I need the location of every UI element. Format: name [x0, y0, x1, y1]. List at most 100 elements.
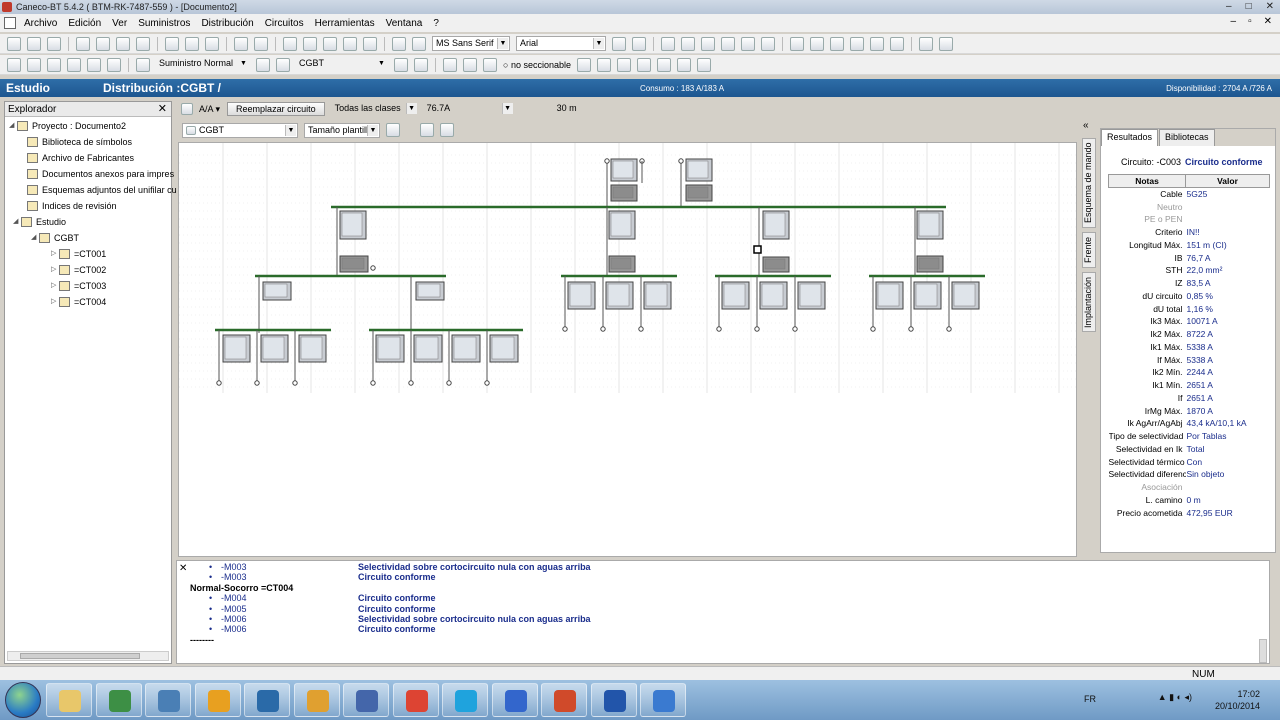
line-style-icon[interactable] [632, 36, 646, 51]
terminal[interactable] [604, 158, 610, 164]
tree-item-ct002[interactable]: ▷ =CT002 [51, 263, 106, 277]
circuit-label-box[interactable] [645, 283, 668, 307]
taskbar-app-network-app[interactable] [343, 683, 389, 717]
language-indicator[interactable]: FR [1084, 694, 1096, 704]
terminal[interactable] [792, 326, 798, 332]
tab-control-scheme[interactable]: Esquema de mando [1082, 138, 1096, 228]
circuit-label-box[interactable] [453, 336, 477, 360]
circuit-label-box[interactable] [723, 283, 746, 307]
taskbar-app-outlook[interactable] [293, 683, 340, 717]
menu-ventana[interactable]: Ventana [386, 18, 423, 29]
up-icon[interactable] [443, 57, 457, 72]
circuit-label-box[interactable] [300, 336, 323, 360]
tree-item-cgbt[interactable]: ◢ CGBT [31, 231, 79, 245]
circuit-label-box[interactable] [687, 160, 709, 179]
supply-mode-select[interactable]: Suministro Normal ▼ [156, 57, 250, 72]
tree-item-revisions[interactable]: Indices de revisión [27, 199, 117, 213]
taskbar-app-explorer[interactable] [46, 683, 92, 717]
tab-libraries[interactable]: Bibliotecas [1159, 129, 1215, 146]
circuit-icon[interactable] [47, 57, 61, 72]
diagram-canvas[interactable] [179, 143, 1077, 557]
circuit-label-box[interactable] [764, 258, 786, 270]
tree-item-project[interactable]: ◢ Proyecto : Documento2 [9, 119, 126, 133]
taskbar-app-skype[interactable] [442, 683, 488, 717]
bus-icon[interactable] [656, 57, 671, 72]
circuit-label-box[interactable] [915, 283, 938, 307]
undo-icon[interactable] [234, 36, 248, 51]
board-icon[interactable] [7, 57, 21, 72]
terminal[interactable] [946, 326, 952, 332]
circuit-label-box[interactable] [569, 283, 592, 307]
close-icon[interactable]: ✕ [1266, 0, 1274, 14]
edit-icon[interactable] [363, 36, 377, 51]
aa-icon[interactable] [181, 103, 193, 115]
terminal[interactable] [678, 158, 684, 164]
terminal[interactable] [408, 380, 414, 386]
tree-item-schemes[interactable]: Esquemas adjuntos del unifilar cu [27, 183, 177, 197]
horizontal-scrollbar[interactable] [7, 651, 169, 661]
align-center-icon[interactable] [681, 36, 695, 51]
terminal[interactable] [716, 326, 722, 332]
new-icon[interactable] [7, 36, 21, 51]
circuit-label-box[interactable] [341, 212, 363, 237]
mdi-restore-icon[interactable]: ▫ [1248, 16, 1252, 27]
open-icon[interactable] [27, 36, 41, 51]
menu-suministros[interactable]: Suministros [138, 18, 190, 29]
circuit-label-box[interactable] [953, 283, 976, 307]
tree-item-study[interactable]: ◢ Estudio [13, 215, 66, 229]
properties-icon[interactable] [440, 123, 454, 137]
scrollbar-thumb[interactable] [20, 653, 140, 659]
zoom-icon[interactable] [256, 57, 270, 72]
template-size-select[interactable]: Tamaño plantill ▼ [304, 122, 380, 138]
layout-icon[interactable] [919, 36, 933, 51]
message-code[interactable]: -M003 [221, 572, 247, 582]
circuit-label-box[interactable] [877, 283, 900, 307]
board-select[interactable]: CGBT ▼ [296, 57, 388, 72]
start-button[interactable] [5, 682, 41, 718]
circuit-label-box[interactable] [417, 283, 441, 298]
menu-edicion[interactable]: Edición [68, 18, 101, 29]
menu-circuitos[interactable]: Circuitos [265, 18, 304, 29]
chevron-right-icon[interactable]: ▷ [51, 263, 59, 277]
tray-icons[interactable]: ▲ ▮ ◐ ◂) [1158, 692, 1192, 703]
menu-herramientas[interactable]: Herramientas [315, 18, 375, 29]
chevron-down-icon[interactable]: ◢ [9, 119, 17, 133]
tab-results[interactable]: Resultados [1101, 129, 1159, 146]
chevron-right-icon[interactable]: ▷ [51, 247, 59, 261]
align-icon[interactable] [323, 36, 337, 51]
breaker-icon[interactable] [850, 36, 864, 51]
check-icon[interactable] [870, 36, 884, 51]
taskbar-app-snowflake-app[interactable] [491, 683, 538, 717]
taskbar-app-security[interactable] [640, 683, 686, 717]
terminal[interactable] [370, 265, 376, 271]
message-code[interactable]: -M004 [221, 593, 247, 603]
circuit-label-box[interactable] [612, 186, 634, 199]
circuit-label-box[interactable] [687, 186, 709, 199]
settings-icon[interactable] [939, 36, 953, 51]
circuit-label-box[interactable] [918, 212, 940, 237]
mdi-close-icon[interactable]: ✕ [1264, 16, 1272, 27]
save-icon[interactable] [47, 36, 61, 51]
terminal[interactable] [484, 380, 490, 386]
redo-icon[interactable] [254, 36, 268, 51]
vertical-scrollbar[interactable] [1259, 639, 1267, 663]
message-code[interactable]: -M006 [221, 624, 247, 634]
export-icon[interactable] [205, 36, 219, 51]
group-icon[interactable] [741, 36, 755, 51]
filter-icon[interactable] [414, 57, 428, 72]
chevron-right-icon[interactable]: ▷ [51, 295, 59, 309]
circuit-label-box[interactable] [224, 336, 247, 360]
length-input[interactable]: 30 m [520, 102, 580, 117]
menu-help[interactable]: ? [433, 18, 439, 29]
tree-item-ct004[interactable]: ▷ =CT004 [51, 295, 106, 309]
link-icon[interactable] [343, 36, 357, 51]
taskbar-app-flower-app[interactable] [194, 683, 241, 717]
terminal[interactable] [292, 380, 298, 386]
paste-special-icon[interactable] [136, 36, 150, 51]
report-icon[interactable] [890, 36, 904, 51]
transformer-icon[interactable] [67, 57, 81, 72]
tab-front[interactable]: Frente [1082, 232, 1096, 268]
menu-archivo[interactable]: Archivo [24, 18, 57, 29]
cable-icon[interactable] [830, 36, 844, 51]
calc-icon[interactable] [810, 36, 824, 51]
